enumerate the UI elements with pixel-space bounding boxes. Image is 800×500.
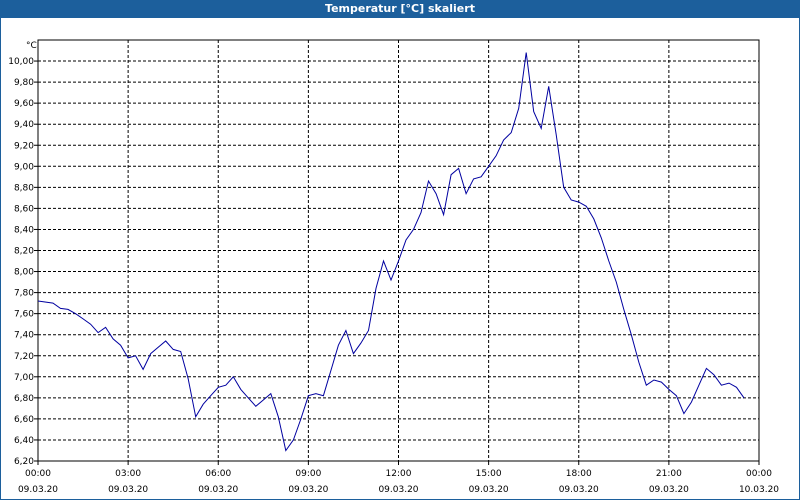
y-tick-label: 7,00 bbox=[14, 373, 34, 383]
x-tick-time-label: 21:00 bbox=[656, 469, 682, 479]
x-tick-time-label: 03:00 bbox=[115, 469, 141, 479]
x-tick-time-label: 00:00 bbox=[746, 469, 772, 479]
y-tick-label: 7,40 bbox=[14, 331, 34, 341]
x-tick-date-label: 09.03.20 bbox=[378, 485, 418, 495]
y-tick-label: 8,00 bbox=[14, 268, 34, 278]
y-tick-label: 7,60 bbox=[14, 310, 34, 320]
x-tick-date-label: 09.03.20 bbox=[649, 485, 689, 495]
x-tick-time-label: 09:00 bbox=[295, 469, 321, 479]
y-tick-label: 6,60 bbox=[14, 415, 34, 425]
x-tick-time-label: 18:00 bbox=[566, 469, 592, 479]
x-tick-date-label: 09.03.20 bbox=[108, 485, 148, 495]
x-tick-date-label: 09.03.20 bbox=[469, 485, 509, 495]
x-tick-date-label: 09.03.20 bbox=[559, 485, 599, 495]
y-tick-label: 6,80 bbox=[14, 394, 34, 404]
y-tick-label: 8,20 bbox=[14, 247, 34, 257]
y-tick-label: 10,00 bbox=[8, 57, 34, 67]
x-tick-date-label: 09.03.20 bbox=[18, 485, 58, 495]
x-tick-date-label: 10.03.20 bbox=[739, 485, 779, 495]
temperature-line bbox=[37, 52, 745, 452]
y-tick-label: 9,60 bbox=[14, 99, 34, 109]
temperature-chart: °C 6,20 6,40 6,60 6,80 7,00 7,20 7,40 7,60 7,80 8… bbox=[8, 39, 779, 495]
y-tick-label: 7,80 bbox=[14, 289, 34, 299]
x-tick-time-label: 12:00 bbox=[386, 469, 412, 479]
x-tick-time-label: 15:00 bbox=[476, 469, 502, 479]
y-tick-label: 9,20 bbox=[14, 141, 34, 151]
y-tick-label: 8,80 bbox=[14, 183, 34, 193]
x-tick-labels: 00:00 09.03.20 03:00 09.03.20 06:00 09.03.20 0… bbox=[18, 469, 779, 495]
y-tick-label: 9,40 bbox=[14, 120, 34, 130]
x-tick-time-label: 00:00 bbox=[25, 469, 51, 479]
grid-lines bbox=[34, 40, 760, 465]
y-tick-label: 6,20 bbox=[14, 457, 34, 467]
y-tick-label: 6,40 bbox=[14, 436, 34, 446]
y-tick-label: 7,20 bbox=[14, 352, 34, 362]
y-tick-label: 8,40 bbox=[14, 225, 34, 235]
y-tick-label: 9,80 bbox=[14, 78, 34, 88]
x-tick-date-label: 09.03.20 bbox=[198, 485, 238, 495]
x-tick-date-label: 09.03.20 bbox=[288, 485, 328, 495]
x-tick-time-label: 06:00 bbox=[205, 469, 231, 479]
y-tick-label: 9,00 bbox=[14, 162, 34, 172]
y-unit-label: °C bbox=[26, 41, 37, 51]
y-tick-labels: 6,20 6,40 6,60 6,80 7,00 7,20 7,40 7,60 7,80 8,00… bbox=[8, 57, 34, 467]
y-tick-label: 8,60 bbox=[14, 204, 34, 214]
